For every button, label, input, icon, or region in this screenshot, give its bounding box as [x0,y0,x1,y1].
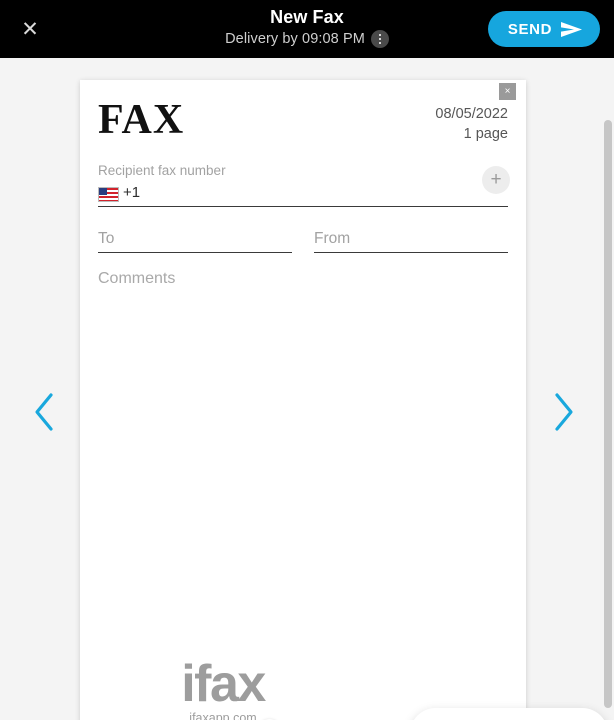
document-header: FAX 08/05/2022 1 page [98,98,508,144]
more-vertical-icon[interactable] [370,30,389,48]
from-input[interactable]: From [314,228,508,253]
to-from-row: To From [98,228,508,253]
send-button-label: SEND [507,20,552,38]
recipient-country-code: +1 [123,184,141,201]
send-button[interactable]: SEND [487,11,600,47]
to-field-wrap: To [98,228,292,253]
comments-input[interactable]: Comments [98,268,175,290]
top-app-bar: ✕ New Fax Delivery by 09:08 PM SEND [0,0,614,58]
document-meta: 08/05/2022 1 page [435,98,508,144]
plus-icon[interactable]: + [482,166,510,194]
app-screen: ✕ New Fax Delivery by 09:08 PM SEND × FA… [0,0,614,720]
recipient-label: Recipient fax number [98,163,226,178]
chevron-left-icon [35,393,53,431]
delivery-status-row: Delivery by 09:08 PM [225,30,389,48]
fax-date: 08/05/2022 [435,106,508,122]
to-input[interactable]: To [98,228,292,253]
chevron-right-icon [555,393,573,431]
us-flag-icon [98,184,119,202]
close-icon[interactable]: ✕ [15,14,45,44]
previous-page-button[interactable] [21,382,67,442]
fax-heading: FAX [98,97,185,143]
from-field-wrap: From [314,228,508,253]
fax-page-count: 1 page [463,126,508,142]
fax-cover-page: × FAX 08/05/2022 1 page Recipient fax nu… [80,80,526,720]
recipient-field-block: Recipient fax number +1 + [98,162,510,207]
scrollbar-thumb[interactable] [604,120,612,708]
vertical-scrollbar[interactable] [602,116,614,720]
next-page-button[interactable] [541,382,587,442]
recipient-fax-input[interactable]: +1 + [98,166,510,207]
document-stage: × FAX 08/05/2022 1 page Recipient fax nu… [0,58,614,720]
add-document-button[interactable]: ADD DOCUMENT [410,708,609,720]
send-plane-icon [561,21,582,37]
delivery-time-label: Delivery by 09:08 PM [225,31,365,47]
